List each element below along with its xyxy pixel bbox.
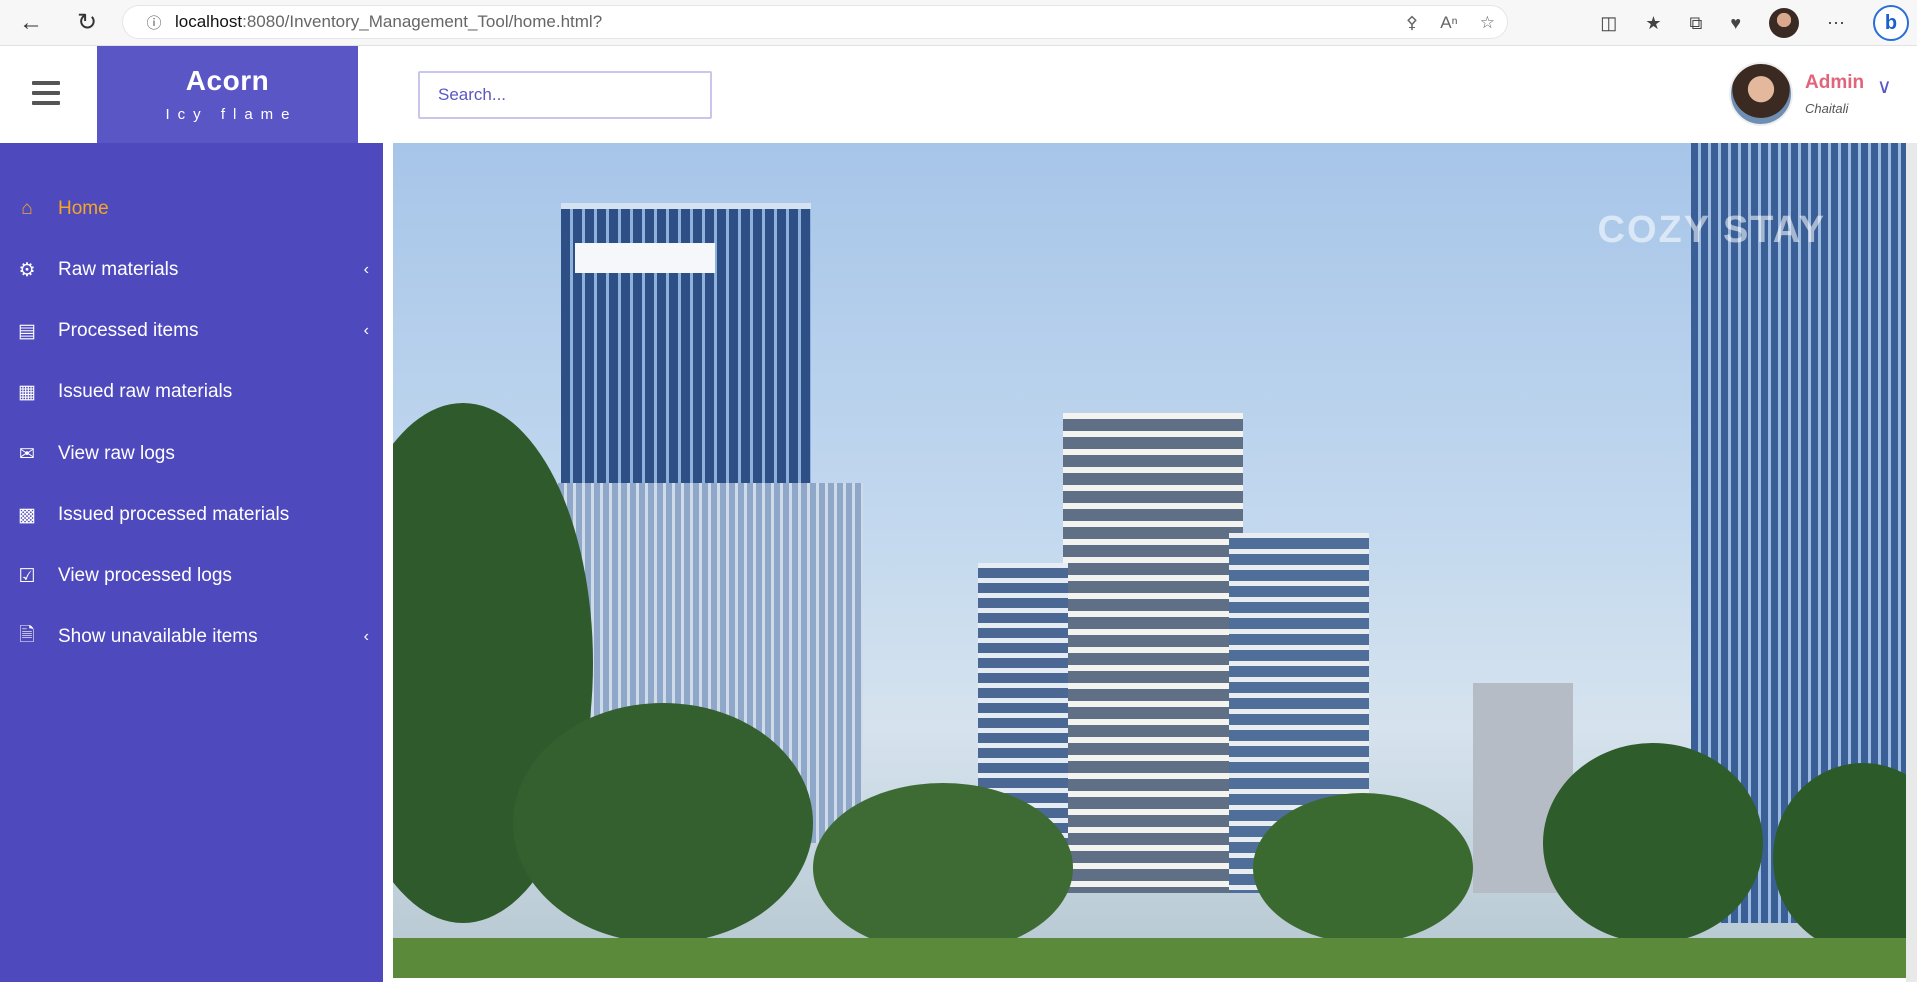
sidebar: ⌂ Home ⚙ Raw materials ‹ ▤ Processed ite…	[0, 143, 383, 982]
building	[575, 243, 715, 273]
more-options-icon[interactable]: ⋯	[1827, 13, 1845, 34]
profile-avatar[interactable]	[1769, 8, 1799, 38]
scrollbar-track[interactable]	[1906, 143, 1917, 982]
brand-tagline: Icy flame	[165, 106, 298, 123]
key-icon[interactable]: ⚴	[1406, 13, 1418, 33]
file-text-icon: 🗎	[19, 625, 35, 646]
sidebar-item-view-raw-logs[interactable]: ✉ View raw logs	[0, 424, 383, 484]
user-name: Chaitali	[1805, 101, 1849, 116]
hero-image: COZY STAY	[393, 143, 1906, 978]
tree	[813, 783, 1073, 953]
refresh-icon[interactable]: ↻	[64, 3, 110, 43]
bing-icon[interactable]: b	[1873, 5, 1909, 41]
read-aloud-icon[interactable]: Aⁿ	[1440, 13, 1458, 33]
back-icon[interactable]: ←	[8, 3, 54, 43]
brand-name: Acorn	[185, 65, 270, 96]
sidebar-item-view-processed-logs[interactable]: ☑ View processed logs	[0, 546, 383, 606]
favorites-icon[interactable]: ★	[1645, 13, 1661, 34]
sidebar-item-label: Raw materials	[58, 259, 179, 280]
envelope-icon: ✉	[19, 443, 35, 465]
browser-toolbar: ← ↻ ⓘ localhost:8080/Inventory_Managemen…	[0, 0, 1917, 46]
url-host: localhost	[175, 12, 243, 31]
sidebar-item-label: View raw logs	[58, 443, 175, 464]
th-large-icon: ▦	[18, 381, 36, 403]
book-icon: ▤	[18, 320, 36, 342]
browser-essentials-icon[interactable]: ♥	[1730, 13, 1741, 34]
sidebar-item-issued-raw-materials[interactable]: ▦ Issued raw materials	[0, 362, 383, 422]
sidebar-item-raw-materials[interactable]: ⚙ Raw materials ‹	[0, 240, 383, 300]
sidebar-item-show-unavailable-items[interactable]: 🗎 Show unavailable items ‹	[0, 607, 383, 667]
user-role[interactable]: Admin	[1805, 72, 1864, 94]
sidebar-item-issued-processed-materials[interactable]: ▩ Issued processed materials	[0, 485, 383, 545]
url-path: :8080/Inventory_Management_Tool/home.htm…	[242, 12, 603, 31]
sidebar-item-label: View processed logs	[58, 565, 232, 586]
sidebar-item-label: Issued raw materials	[58, 381, 233, 402]
tree	[1253, 793, 1473, 943]
home-icon: ⌂	[21, 198, 33, 219]
site-info-icon[interactable]: ⓘ	[139, 12, 169, 33]
favorite-star-icon[interactable]: ☆	[1480, 13, 1495, 33]
cogs-icon: ⚙	[18, 259, 36, 281]
app-header: Acorn Icy flame Admin Chaitali ∨	[0, 46, 1917, 143]
chevron-down-icon[interactable]: ∨	[1877, 74, 1892, 99]
brand-logo[interactable]: Acorn Icy flame	[97, 46, 358, 143]
chevron-left-icon: ‹	[363, 628, 369, 645]
tree	[1543, 743, 1763, 943]
hamburger-menu-icon[interactable]	[32, 81, 60, 105]
collections-icon[interactable]: ⧉	[1689, 13, 1702, 34]
chevron-left-icon: ‹	[363, 322, 369, 339]
search-input[interactable]	[418, 71, 712, 119]
sidebar-item-label: Issued processed materials	[58, 504, 290, 525]
address-bar[interactable]: ⓘ localhost:8080/Inventory_Management_To…	[122, 5, 1508, 39]
chevron-left-icon: ‹	[363, 261, 369, 278]
user-avatar[interactable]	[1729, 62, 1793, 126]
sidebar-item-home[interactable]: ⌂ Home	[0, 179, 383, 239]
sidebar-item-processed-items[interactable]: ▤ Processed items ‹	[0, 301, 383, 361]
sidebar-item-label: Show unavailable items	[58, 626, 258, 647]
sidebar-item-label: Processed items	[58, 320, 199, 341]
check-square-icon: ☑	[18, 565, 36, 587]
hero-watermark: COZY STAY	[1597, 209, 1826, 251]
lawn	[393, 938, 1906, 978]
table-icon: ▩	[18, 504, 36, 526]
split-screen-icon[interactable]: ◫	[1600, 13, 1617, 34]
tree	[513, 703, 813, 943]
sidebar-item-label: Home	[58, 198, 109, 219]
sidebar-divider	[383, 143, 393, 982]
building	[1063, 413, 1243, 893]
